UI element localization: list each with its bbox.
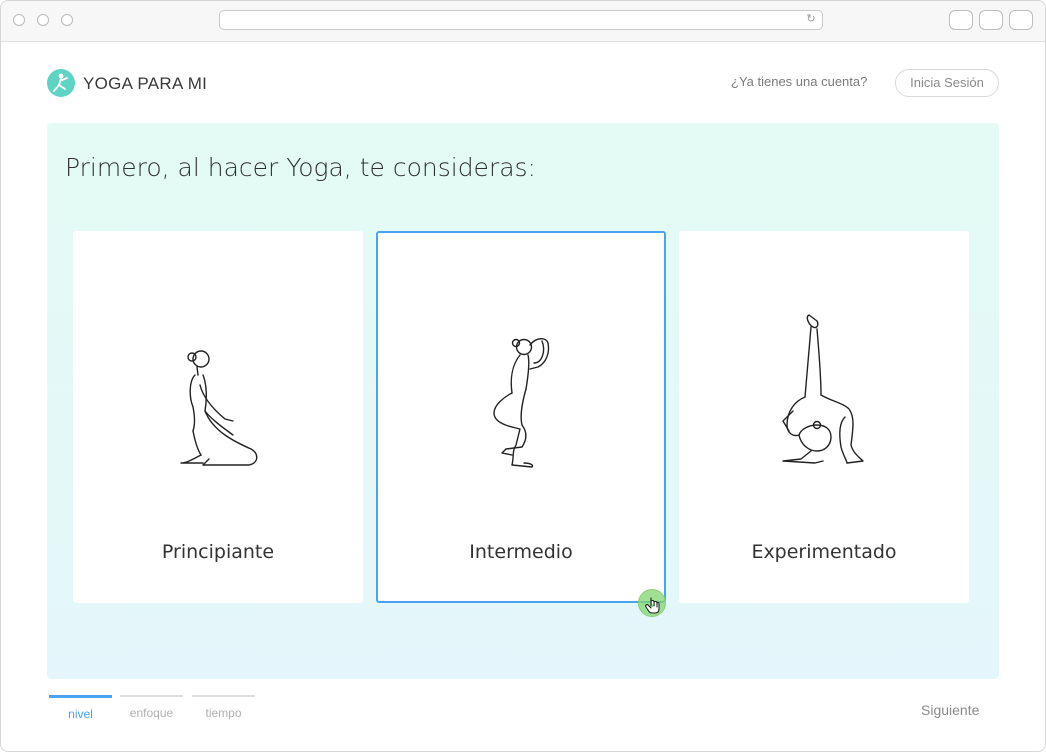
next-button[interactable]: Siguiente xyxy=(921,702,979,718)
eagle-pose-icon xyxy=(493,338,550,468)
close-window-icon[interactable] xyxy=(13,14,25,26)
option-label: Intermedio xyxy=(469,541,573,563)
option-label: Experimentado xyxy=(751,541,897,563)
step-bar xyxy=(49,695,112,698)
address-bar[interactable]: ↻ xyxy=(219,10,823,30)
window-control-button[interactable] xyxy=(1009,10,1033,30)
window-control-button[interactable] xyxy=(949,10,973,30)
maximize-window-icon[interactable] xyxy=(61,14,73,26)
step-nivel[interactable]: nivel xyxy=(49,695,112,721)
option-label: Principiante xyxy=(161,541,275,563)
pointer-cursor-icon xyxy=(638,589,666,617)
option-card-principiante[interactable]: Principiante xyxy=(73,231,363,603)
question-title: Primero, al hacer Yoga, te consideras: xyxy=(65,153,536,182)
has-account-text: ¿Ya tienes una cuenta? xyxy=(731,74,868,89)
hand-pointer-icon xyxy=(645,597,660,614)
step-label: tiempo xyxy=(205,706,242,720)
window-control-button[interactable] xyxy=(979,10,1003,30)
option-card-experimentado[interactable]: Experimentado xyxy=(679,231,969,603)
yoga-logo-icon[interactable] xyxy=(47,69,75,97)
browser-window: ↻ YOGA PARA MI ¿Ya tienes una cuenta? In… xyxy=(0,0,1046,752)
step-label: enfoque xyxy=(129,706,174,720)
step-label: nivel xyxy=(68,707,93,721)
reload-icon[interactable]: ↻ xyxy=(804,12,818,26)
option-card-intermedio[interactable]: Intermedio xyxy=(376,231,666,603)
wheel-leg-raise-pose-icon xyxy=(782,314,864,464)
step-bar xyxy=(192,695,255,697)
step-bar xyxy=(120,695,183,697)
kneeling-pose-icon xyxy=(180,350,258,466)
minimize-window-icon[interactable] xyxy=(37,14,49,26)
browser-toolbar: ↻ xyxy=(1,1,1045,42)
login-button[interactable]: Inicia Sesión xyxy=(895,69,999,97)
quiz-panel: Primero, al hacer Yoga, te consideras: P… xyxy=(47,123,999,679)
step-tiempo[interactable]: tiempo xyxy=(192,695,255,720)
step-enfoque[interactable]: enfoque xyxy=(120,695,183,720)
brand-name[interactable]: YOGA PARA MI xyxy=(83,74,207,94)
